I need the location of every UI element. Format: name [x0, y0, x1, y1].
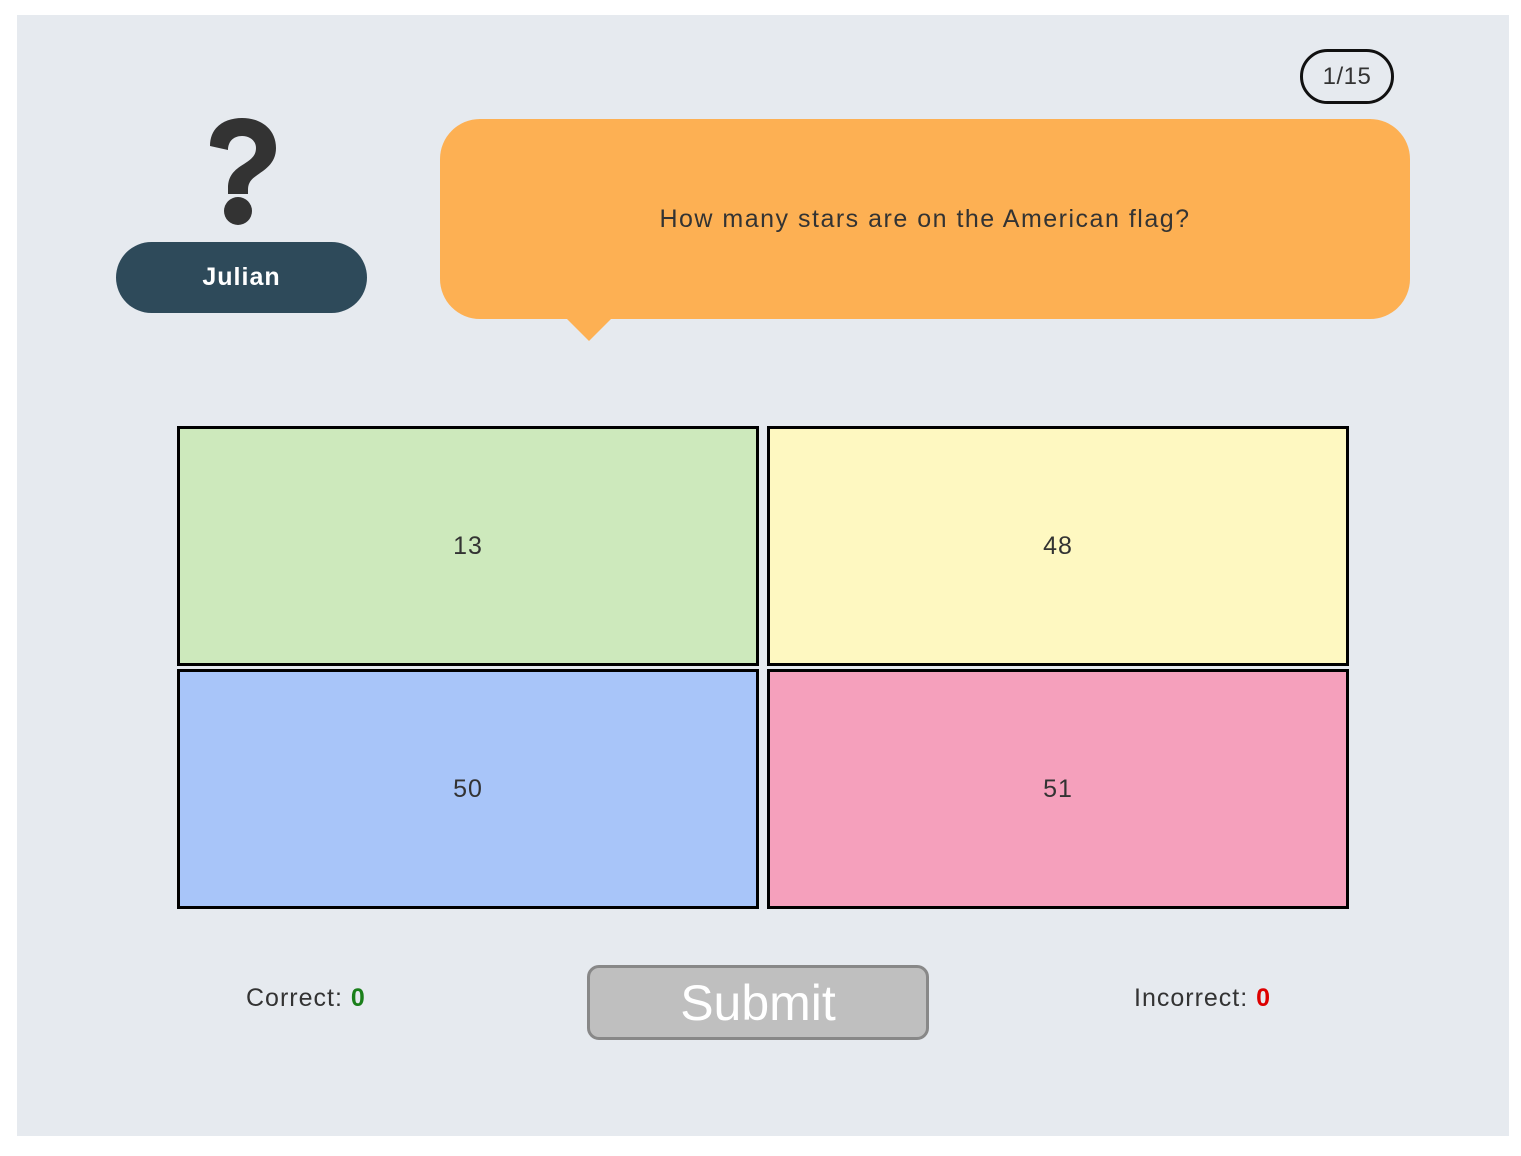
question-bubble: How many stars are on the American flag? [440, 119, 1410, 319]
answer-option-4[interactable]: 51 [767, 669, 1349, 909]
question-mark-icon [210, 118, 276, 225]
question-progress-badge: 1/15 [1300, 49, 1394, 104]
correct-label: Correct: [246, 984, 343, 1012]
answer-option-1[interactable]: 13 [177, 426, 759, 666]
incorrect-count: 0 [1256, 984, 1272, 1012]
correct-score: Correct: 0 [246, 984, 366, 1013]
correct-count: 0 [350, 984, 366, 1012]
answer-option-3[interactable]: 50 [177, 669, 759, 909]
incorrect-label: Incorrect: [1134, 984, 1249, 1012]
incorrect-score: Incorrect: 0 [1134, 984, 1271, 1013]
question-text: How many stars are on the American flag? [659, 204, 1191, 233]
player-name-badge: Julian [116, 242, 367, 313]
submit-button[interactable]: Submit [587, 965, 929, 1040]
answer-option-2[interactable]: 48 [767, 426, 1349, 666]
bubble-tail [566, 318, 612, 341]
